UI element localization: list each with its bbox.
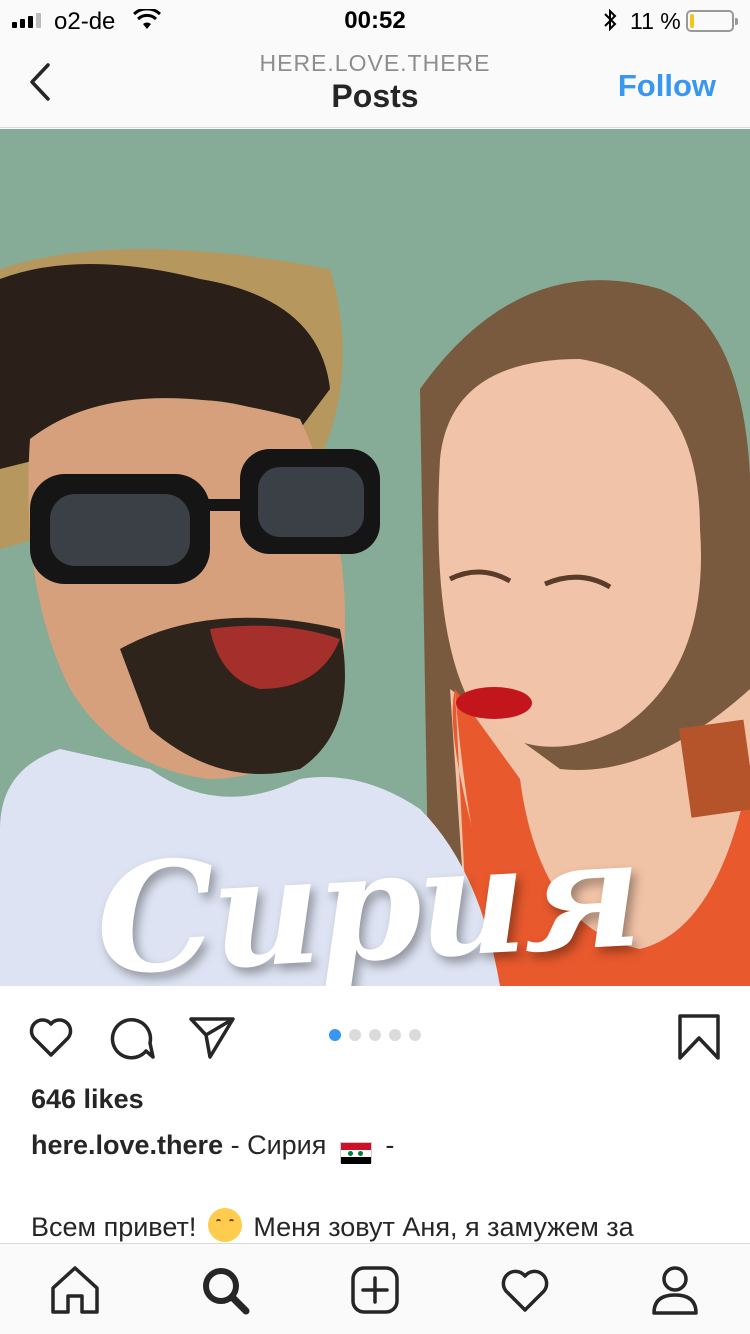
bookmark-icon[interactable] <box>675 1013 723 1061</box>
bottom-tab-bar <box>0 1243 750 1334</box>
carousel-dot <box>369 1029 381 1041</box>
activity-heart-icon[interactable] <box>499 1264 551 1316</box>
caption-suffix: - <box>377 1130 395 1160</box>
battery-percent: 11 % <box>630 8 681 34</box>
follow-button[interactable]: Follow <box>618 68 716 104</box>
image-overlay-text: Сирия <box>91 804 643 986</box>
nav-header: HERE.LOVE.THERE Posts Follow <box>0 40 750 128</box>
likes-count[interactable]: 646 likes <box>31 1084 144 1115</box>
body-text-rest: Меня зовут Аня, я замужем за <box>245 1212 634 1242</box>
heart-icon[interactable] <box>27 1013 75 1061</box>
comment-icon[interactable] <box>108 1013 156 1061</box>
syria-flag-icon <box>339 1142 372 1164</box>
bluetooth-icon <box>604 8 617 32</box>
body-text-start: Всем привет! <box>31 1212 204 1242</box>
carousel-dot <box>349 1029 361 1041</box>
status-bar: o2-de 00:52 11 % <box>0 0 750 40</box>
carousel-dot <box>389 1029 401 1041</box>
post-body-text: Всем привет! Меня зовут Аня, я замужем з… <box>31 1208 634 1243</box>
search-icon[interactable] <box>199 1264 251 1316</box>
post-image[interactable]: Сирия <box>0 129 750 986</box>
hugging-face-icon <box>207 1208 242 1242</box>
post-caption: here.love.there - Сирия - <box>31 1130 395 1164</box>
carousel-indicator <box>329 1029 421 1041</box>
send-icon[interactable] <box>188 1013 236 1061</box>
caption-text: - Сирия <box>223 1130 334 1160</box>
battery-icon <box>686 10 738 32</box>
add-post-icon[interactable] <box>349 1264 401 1316</box>
carousel-dot <box>329 1029 341 1041</box>
profile-icon[interactable] <box>649 1264 701 1316</box>
caption-username[interactable]: here.love.there <box>31 1130 223 1160</box>
carousel-dot <box>409 1029 421 1041</box>
home-icon[interactable] <box>49 1264 101 1316</box>
